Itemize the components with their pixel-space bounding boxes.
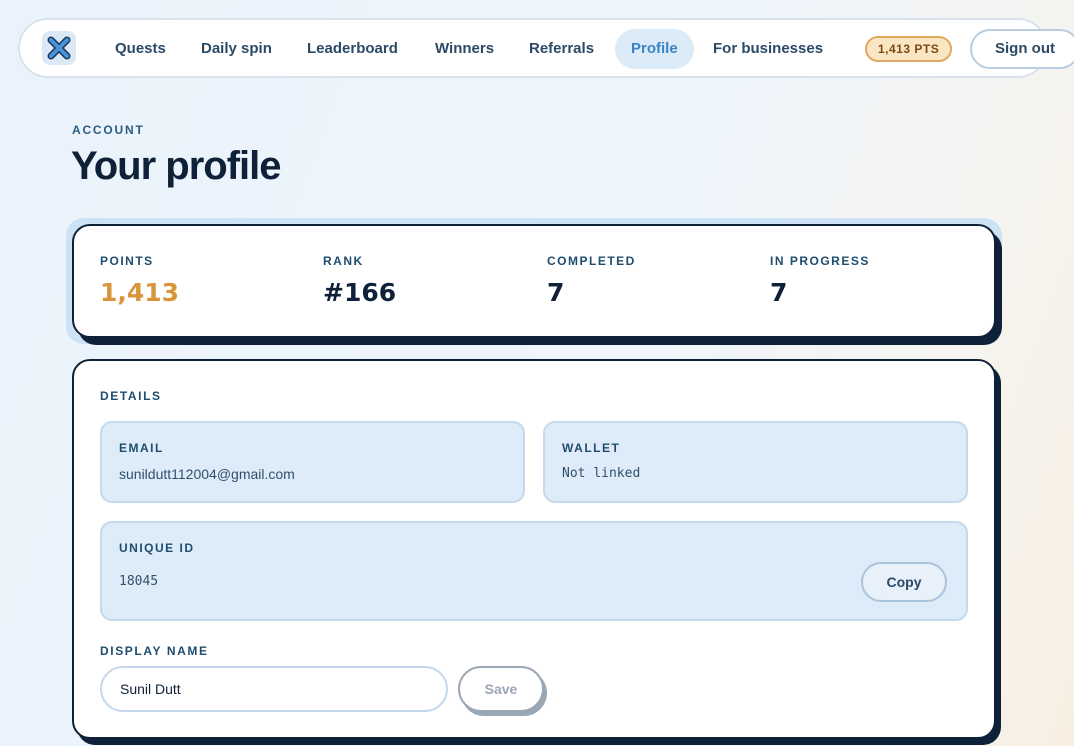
wallet-field: WALLET Not linked bbox=[543, 421, 968, 503]
stats-card: POINTS 1,413 RANK #166 COMPLETED 7 IN PR… bbox=[72, 224, 996, 338]
wallet-label: WALLET bbox=[562, 441, 621, 455]
stat-value: 7 bbox=[770, 278, 788, 307]
display-name-label: DISPLAY NAME bbox=[100, 644, 209, 658]
points-badge: 1,413 PTS bbox=[865, 36, 953, 62]
details-section-label: DETAILS bbox=[100, 389, 162, 403]
nav-item-winners[interactable]: Winners bbox=[419, 29, 510, 69]
stat-completed: COMPLETED 7 bbox=[547, 254, 636, 307]
stat-label: POINTS bbox=[100, 254, 154, 268]
wallet-value: Not linked bbox=[562, 466, 641, 481]
save-button[interactable]: Save bbox=[458, 666, 544, 712]
nav-item-profile[interactable]: Profile bbox=[615, 29, 694, 69]
page-title: Your profile bbox=[71, 144, 281, 188]
unique-id-value: 18045 bbox=[119, 574, 159, 589]
display-name-input[interactable] bbox=[100, 666, 448, 712]
stat-value: 7 bbox=[547, 278, 565, 307]
email-field: EMAIL sunildutt112004@gmail.com bbox=[100, 421, 525, 503]
page-eyebrow: ACCOUNT bbox=[72, 123, 145, 137]
unique-id-label: UNIQUE ID bbox=[119, 541, 195, 555]
stat-in-progress: IN PROGRESS 7 bbox=[770, 254, 870, 307]
unique-id-field: UNIQUE ID 18045 Copy bbox=[100, 521, 968, 621]
stat-value: #166 bbox=[323, 278, 397, 307]
nav-item-quests[interactable]: Quests bbox=[99, 29, 182, 69]
sign-out-button[interactable]: Sign out bbox=[970, 29, 1074, 69]
copy-button[interactable]: Copy bbox=[861, 562, 947, 602]
stat-label: IN PROGRESS bbox=[770, 254, 870, 268]
stat-label: RANK bbox=[323, 254, 364, 268]
email-label: EMAIL bbox=[119, 441, 164, 455]
top-nav: Quests Daily spin Leaderboard Winners Re… bbox=[18, 18, 1074, 78]
nav-item-referrals[interactable]: Referrals bbox=[513, 29, 610, 69]
nav-item-daily-spin[interactable]: Daily spin bbox=[185, 29, 288, 69]
stat-label: COMPLETED bbox=[547, 254, 636, 268]
stat-rank: RANK #166 bbox=[323, 254, 396, 307]
stat-points: POINTS 1,413 bbox=[100, 254, 179, 307]
stat-value: 1,413 bbox=[100, 278, 180, 307]
email-value: sunildutt112004@gmail.com bbox=[119, 466, 295, 482]
nav-item-for-businesses[interactable]: For businesses bbox=[697, 29, 839, 69]
nav-item-leaderboard[interactable]: Leaderboard bbox=[291, 29, 414, 69]
details-card: DETAILS EMAIL sunildutt112004@gmail.com … bbox=[72, 359, 996, 739]
